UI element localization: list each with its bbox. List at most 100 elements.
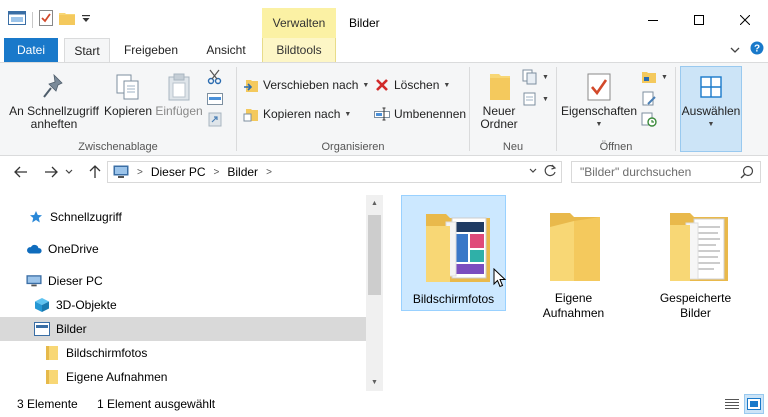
back-arrow-icon	[14, 166, 27, 178]
cloud-icon	[26, 241, 42, 257]
tab-bildtools[interactable]: Bildtools	[262, 38, 336, 62]
recent-locations-button[interactable]	[62, 162, 76, 182]
star-icon	[28, 209, 44, 225]
new-item-button[interactable]: ▼	[522, 69, 549, 85]
refresh-button[interactable]	[543, 164, 557, 181]
new-item-dropdown-icon: ▼	[542, 73, 549, 81]
folder-label: Bildschirmfotos	[412, 292, 495, 306]
tree-item-eigene-aufnahmen[interactable]: Eigene Aufnahmen	[0, 365, 366, 389]
maximize-icon	[694, 15, 704, 25]
history-button[interactable]	[641, 111, 657, 127]
copy-to-button[interactable]: Kopieren nach ▼	[243, 106, 351, 122]
group-neu: Neuer Ordner ▼ ▼ Neu	[470, 63, 556, 155]
up-arrow-icon	[89, 165, 101, 178]
pictures-folder-icon	[34, 321, 50, 337]
close-button[interactable]	[722, 0, 768, 40]
paste-button[interactable]: Einfügen	[155, 71, 203, 118]
delete-dropdown-icon: ▼	[443, 81, 451, 89]
selection-count: 1 Element ausgewählt	[97, 397, 216, 411]
copy-path-icon	[207, 91, 223, 107]
folder-item-gespeicherte-bilder[interactable]: Gespeicherte Bilder	[643, 195, 748, 320]
tree-item-label: Bildschirmfotos	[66, 346, 148, 360]
status-bar: 3 Elemente 1 Element ausgewählt	[0, 392, 768, 417]
ribbon: An Schnellzugriff anheften Kopieren Einf…	[0, 62, 768, 156]
ribbon-tabs: Datei Start Freigeben Ansicht Bildtools …	[0, 38, 768, 63]
folder-item-eigene-aufnahmen[interactable]: Eigene Aufnahmen	[521, 195, 626, 320]
rename-label: Umbenennen	[394, 107, 467, 121]
properties-check-icon[interactable]	[39, 10, 53, 29]
copy-path-button[interactable]	[207, 91, 223, 107]
delete-button[interactable]: Löschen ▼	[374, 77, 450, 93]
tree-item-schnellzugriff[interactable]: Schnellzugriff	[0, 205, 366, 229]
easy-access-dropdown-icon: ▼	[542, 95, 549, 103]
move-to-button[interactable]: Verschieben nach ▼	[243, 77, 369, 93]
copy-label: Kopieren	[103, 104, 153, 118]
group-zwischenablage: An Schnellzugriff anheften Kopieren Einf…	[0, 63, 236, 155]
large-icons-view-button[interactable]	[744, 394, 764, 414]
breadcrumb-item[interactable]: Dieser PC	[151, 165, 206, 179]
address-bar[interactable]: > Dieser PC > Bilder >	[107, 161, 562, 183]
navigation-pane: Schnellzugriff OneDrive Dieser PC 3D-Obj…	[0, 187, 383, 391]
new-item-icon	[522, 69, 538, 85]
open-button[interactable]: ▼	[641, 69, 668, 85]
scroll-down-arrow-icon[interactable]: ▼	[366, 374, 383, 391]
folder-icon	[44, 369, 60, 385]
up-button[interactable]	[84, 162, 106, 182]
back-button[interactable]	[10, 162, 32, 182]
tab-start[interactable]: Start	[64, 38, 110, 63]
delete-label: Löschen	[394, 78, 440, 92]
group-oeffnen: Eigenschaften ▼ ▼ Öffnen	[557, 63, 675, 155]
breadcrumb-chevron-icon[interactable]: >	[214, 167, 220, 178]
breadcrumb-chevron-icon[interactable]: >	[266, 167, 272, 178]
edit-button[interactable]	[641, 91, 657, 107]
scroll-up-arrow-icon[interactable]: ▲	[366, 195, 383, 212]
tree-item-dieser-pc[interactable]: Dieser PC	[0, 269, 366, 293]
help-icon[interactable]: ?	[750, 41, 764, 58]
close-icon	[740, 15, 750, 25]
properties-icon	[583, 71, 615, 103]
scissors-icon	[207, 69, 223, 85]
minimize-button[interactable]	[630, 0, 676, 40]
rename-button[interactable]: Umbenennen	[374, 106, 466, 122]
explorer-window-icon[interactable]	[8, 11, 26, 28]
tree-item-label: Dieser PC	[48, 274, 103, 288]
properties-dropdown-icon: ▼	[595, 121, 603, 128]
select-button[interactable]: Auswählen ▼	[680, 66, 742, 152]
scroll-thumb[interactable]	[368, 215, 381, 295]
new-folder-button[interactable]: Neuer Ordner	[476, 71, 522, 131]
properties-button[interactable]: Eigenschaften ▼	[559, 71, 639, 131]
tab-freigeben[interactable]: Freigeben	[116, 38, 186, 62]
tree-item-bildschirmfotos[interactable]: Bildschirmfotos	[0, 341, 366, 365]
tab-datei[interactable]: Datei	[4, 38, 58, 62]
ribbon-collapse-icon[interactable]	[730, 43, 740, 57]
forward-button[interactable]	[40, 162, 62, 182]
pin-quick-access-button[interactable]: An Schnellzugriff anheften	[8, 71, 100, 131]
properties-label: Eigenschaften	[560, 104, 638, 118]
window-title: Bilder	[349, 16, 380, 30]
paste-label: Einfügen	[155, 104, 203, 118]
tree-item-onedrive[interactable]: OneDrive	[0, 237, 366, 261]
this-pc-small-icon	[113, 165, 129, 179]
navpane-scrollbar[interactable]: ▲ ▼	[366, 195, 383, 391]
tab-ansicht[interactable]: Ansicht	[196, 38, 256, 62]
maximize-button[interactable]	[676, 0, 722, 40]
search-input[interactable]	[580, 165, 730, 179]
tree-item-label: Eigene Aufnahmen	[66, 370, 168, 384]
qat-dropdown-icon[interactable]	[81, 13, 91, 27]
cut-button[interactable]	[207, 69, 223, 85]
copy-to-icon	[243, 106, 259, 122]
tree-item-bilder[interactable]: Bilder	[0, 317, 366, 341]
new-folder-icon[interactable]	[59, 11, 75, 28]
tree-item-3d-objekte[interactable]: 3D-Objekte	[0, 293, 366, 317]
paste-shortcut-button[interactable]	[207, 111, 223, 127]
search-box[interactable]	[571, 161, 761, 183]
folder-item-bildschirmfotos[interactable]: Bildschirmfotos	[401, 195, 506, 311]
group-label-oeffnen: Öffnen	[599, 141, 633, 153]
details-view-button[interactable]	[722, 394, 742, 414]
breadcrumb-item[interactable]: Bilder	[227, 165, 258, 179]
address-dropdown-icon[interactable]	[529, 166, 537, 177]
breadcrumb-chevron-icon[interactable]: >	[137, 167, 143, 178]
easy-access-button[interactable]: ▼	[522, 91, 549, 107]
copy-button[interactable]: Kopieren	[101, 71, 155, 118]
paste-icon	[163, 71, 195, 103]
